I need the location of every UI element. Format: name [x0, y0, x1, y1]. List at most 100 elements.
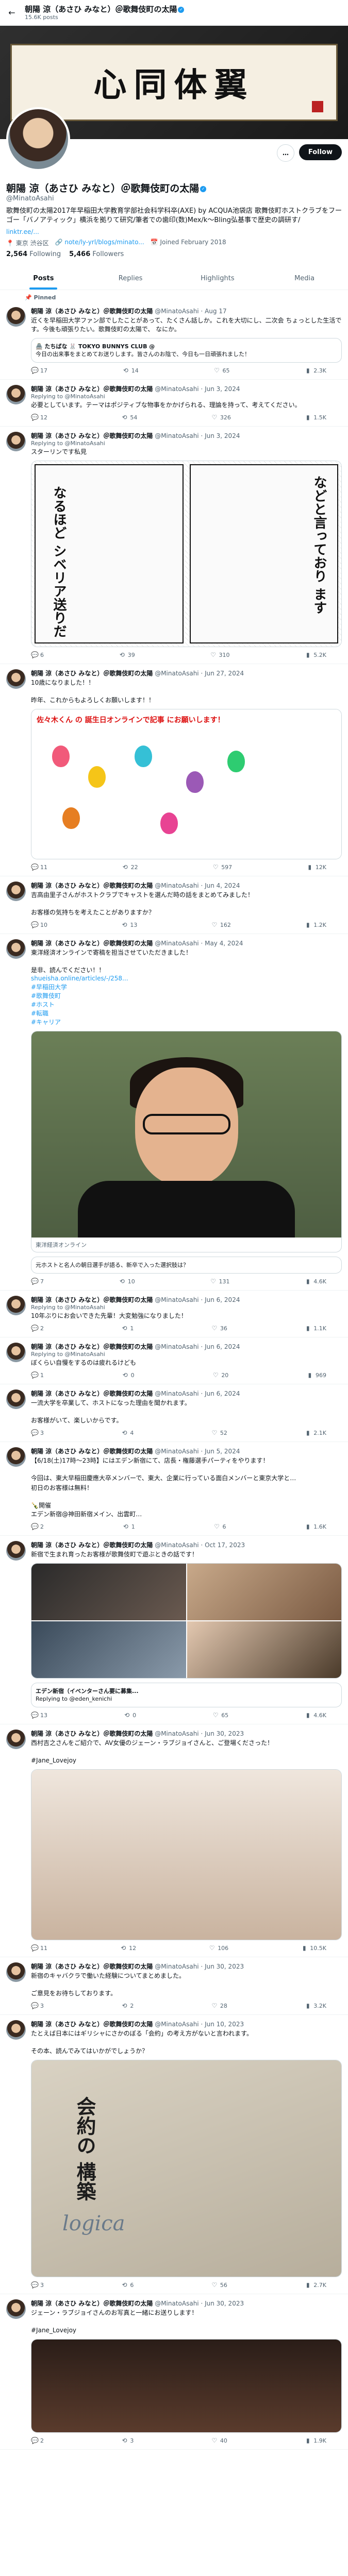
- post-image[interactable]: なるほど シベリア送りだ などと言っており ます: [31, 461, 342, 647]
- post[interactable]: 朝陽 涼（あさひ みなと）＠歌舞伎町の太陽 @MinatoAsahi · Jun…: [0, 2015, 348, 2294]
- post-image-grid[interactable]: [31, 1563, 342, 1679]
- grid-image[interactable]: [31, 1621, 186, 1678]
- post[interactable]: 朝陽 涼（あさひ みなと）＠歌舞伎町の太陽 @MinatoAsahi · Jun…: [0, 1337, 348, 1384]
- like-button[interactable]: ♡ 131: [210, 1278, 229, 1285]
- reply-button[interactable]: 💬 10: [31, 921, 47, 928]
- post-image[interactable]: 東洋経済オンライン: [31, 1031, 342, 1252]
- grid-image[interactable]: [31, 1564, 186, 1620]
- like-button[interactable]: ♡ 6: [213, 1523, 226, 1530]
- replying-to[interactable]: Replying to @MinatoAsahi: [31, 440, 342, 447]
- reply-button[interactable]: 💬 3: [31, 2281, 44, 2289]
- avatar[interactable]: [6, 307, 26, 327]
- reply-button[interactable]: 💬 6: [31, 651, 44, 658]
- avatar[interactable]: [6, 2020, 26, 2040]
- repost-button[interactable]: ⟲ 2: [121, 2002, 134, 2009]
- follow-button[interactable]: Follow: [299, 144, 342, 160]
- like-button[interactable]: ♡ 28: [211, 2002, 227, 2009]
- like-button[interactable]: ♡ 310: [210, 651, 229, 658]
- views-button[interactable]: ▮ 2.3K: [304, 367, 326, 374]
- article-link[interactable]: shueisha.online/articles/-/258...: [31, 975, 342, 982]
- reply-button[interactable]: 💬 1: [31, 1371, 44, 1379]
- avatar[interactable]: [6, 669, 26, 689]
- like-button[interactable]: ♡ 326: [211, 414, 230, 421]
- bio-link[interactable]: linktr.ee/...: [6, 228, 342, 235]
- replying-to[interactable]: Replying to @MinatoAsahi: [31, 1351, 342, 1358]
- reply-button[interactable]: 💬 17: [31, 367, 47, 374]
- like-button[interactable]: ♡ 65: [213, 367, 229, 374]
- reply-button[interactable]: 💬 11: [31, 1944, 47, 1952]
- profile-avatar[interactable]: [6, 107, 70, 171]
- quoted-post[interactable]: 🏯 たちばな 🐰 TOKYO BUNNYS CLUB @ 今日の出来事をまとめて…: [31, 338, 342, 363]
- like-button[interactable]: ♡ 56: [211, 2281, 227, 2289]
- avatar[interactable]: [6, 1296, 26, 1315]
- post[interactable]: 朝陽 涼（あさひ みなと）＠歌舞伎町の太陽 @MinatoAsahi · Jun…: [0, 380, 348, 427]
- post[interactable]: 朝陽 涼（あさひ みなと）＠歌舞伎町の太陽 @MinatoAsahi · Jun…: [0, 1384, 348, 1442]
- following-count[interactable]: 2,564 Following: [6, 250, 61, 258]
- post-image[interactable]: 会約の 構築 logica: [31, 2060, 342, 2277]
- grid-image[interactable]: [187, 1621, 341, 1678]
- like-button[interactable]: ♡ 20: [212, 1371, 228, 1379]
- avatar[interactable]: [6, 1343, 26, 1362]
- views-button[interactable]: ▮ 969: [306, 1371, 326, 1379]
- grid-image[interactable]: [187, 1564, 341, 1620]
- repost-button[interactable]: ⟲ 22: [122, 863, 138, 871]
- back-arrow-icon[interactable]: ←: [5, 6, 19, 20]
- views-button[interactable]: ▮ 10.5K: [301, 1944, 326, 1952]
- views-button[interactable]: ▮ 1.1K: [304, 1325, 326, 1332]
- reply-button[interactable]: 💬 11: [31, 863, 47, 871]
- hashtags[interactable]: #早稲田大学 #歌舞伎町 #ホスト #転職 #キャリア: [31, 983, 342, 1027]
- tab-highlights[interactable]: Highlights: [174, 267, 261, 290]
- repost-button[interactable]: ⟲ 3: [121, 2437, 134, 2444]
- post-image[interactable]: [31, 2339, 342, 2433]
- views-button[interactable]: ▮ 4.6K: [304, 1711, 326, 1719]
- views-button[interactable]: ▮ 1.9K: [304, 2437, 326, 2444]
- quoted-post[interactable]: エデン新宿（イベンターさん要に募集... Replying to @eden_k…: [31, 1683, 342, 1707]
- post[interactable]: 朝陽 涼（あさひ みなと）＠歌舞伎町の太陽 @MinatoAsahi · Jun…: [0, 427, 348, 664]
- reply-button[interactable]: 💬 12: [31, 414, 47, 421]
- like-button[interactable]: ♡ 106: [208, 1944, 228, 1952]
- post[interactable]: 朝陽 涼（あさひ みなと）＠歌舞伎町の太陽 @MinatoAsahi · Jun…: [0, 664, 348, 876]
- repost-button[interactable]: ⟲ 4: [121, 1429, 134, 1436]
- reply-button[interactable]: 💬 2: [31, 2437, 44, 2444]
- avatar[interactable]: [6, 2299, 26, 2319]
- repost-button[interactable]: ⟲ 0: [123, 1711, 136, 1719]
- more-options-button[interactable]: …: [277, 144, 294, 162]
- repost-button[interactable]: ⟲ 0: [122, 1371, 135, 1379]
- post[interactable]: 朝陽 涼（あさひ みなと）＠歌舞伎町の太陽 @MinatoAsahi · Oct…: [0, 1536, 348, 1724]
- views-button[interactable]: ▮ 1.6K: [304, 1523, 326, 1530]
- replying-to[interactable]: Replying to @MinatoAsahi: [31, 1304, 342, 1311]
- views-button[interactable]: ▮ 3.2K: [304, 2002, 326, 2009]
- like-button[interactable]: ♡ 162: [211, 921, 230, 928]
- views-button[interactable]: ▮ 5.2K: [304, 651, 326, 658]
- avatar[interactable]: [6, 939, 26, 959]
- avatar[interactable]: [6, 1447, 26, 1467]
- tab-media[interactable]: Media: [261, 267, 348, 290]
- avatar[interactable]: [6, 432, 26, 451]
- post[interactable]: 朝陽 涼（あさひ みなと）＠歌舞伎町の太陽 @MinatoAsahi · Jun…: [0, 1724, 348, 1957]
- reply-button[interactable]: 💬 2: [31, 1325, 44, 1332]
- followers-count[interactable]: 5,466 Followers: [69, 250, 124, 258]
- repost-button[interactable]: ⟲ 13: [121, 921, 137, 928]
- views-button[interactable]: ▮ 1.5K: [304, 414, 326, 421]
- views-button[interactable]: ▮ 12K: [306, 863, 326, 871]
- post[interactable]: 朝陽 涼（あさひ みなと）＠歌舞伎町の太陽 @MinatoAsahi · Jun…: [0, 2294, 348, 2450]
- like-button[interactable]: ♡ 40: [211, 2437, 227, 2444]
- views-button[interactable]: ▮ 4.6K: [304, 1278, 326, 1285]
- post[interactable]: 朝陽 涼（あさひ みなと）＠歌舞伎町の太陽 @MinatoAsahi · Jun…: [0, 876, 348, 934]
- reply-button[interactable]: 💬 7: [31, 1278, 44, 1285]
- post[interactable]: 朝陽 涼（あさひ みなと）＠歌舞伎町の太陽 @MinatoAsahi · Aug…: [0, 302, 348, 380]
- views-button[interactable]: ▮ 2.1K: [304, 1429, 326, 1436]
- replying-to[interactable]: Replying to @MinatoAsahi: [31, 393, 342, 400]
- reply-button[interactable]: 💬 3: [31, 2002, 44, 2009]
- repost-button[interactable]: ⟲ 10: [119, 1278, 135, 1285]
- views-button[interactable]: ▮ 2.7K: [304, 2281, 326, 2289]
- repost-button[interactable]: ⟲ 39: [119, 651, 135, 658]
- tab-posts[interactable]: Posts: [0, 267, 87, 290]
- tab-replies[interactable]: Replies: [87, 267, 174, 290]
- post[interactable]: 朝陽 涼（あさひ みなと）＠歌舞伎町の太陽 @MinatoAsahi · Jun…: [0, 1442, 348, 1536]
- like-button[interactable]: ♡ 65: [212, 1711, 228, 1719]
- avatar[interactable]: [6, 882, 26, 901]
- repost-button[interactable]: ⟲ 6: [121, 2281, 134, 2289]
- repost-button[interactable]: ⟲ 14: [122, 367, 139, 374]
- post[interactable]: 朝陽 涼（あさひ みなと）＠歌舞伎町の太陽 @MinatoAsahi · Jun…: [0, 1957, 348, 2015]
